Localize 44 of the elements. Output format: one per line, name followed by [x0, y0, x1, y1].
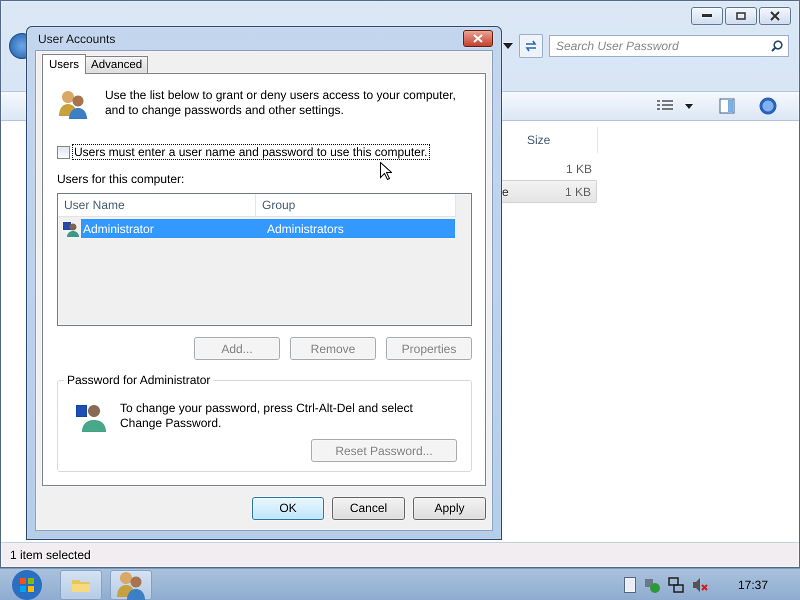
search-icon[interactable] [771, 40, 783, 52]
checkbox-label[interactable]: Users must enter a user name and password to use this computer. [72, 144, 430, 160]
password-text: To change your password, press Ctrl-Alt-Del and select Change Password. [120, 401, 414, 432]
cancel-button[interactable]: Cancel [332, 496, 405, 520]
maximize-icon [736, 12, 746, 20]
file-name: e [502, 184, 509, 198]
maximize-button[interactable] [725, 7, 757, 25]
users-icon [57, 88, 89, 120]
dropdown-icon[interactable] [685, 104, 693, 108]
help-icon[interactable] [759, 97, 777, 115]
close-button[interactable] [463, 30, 493, 47]
dropdown-icon[interactable] [503, 43, 513, 49]
document-icon[interactable] [624, 576, 636, 592]
close-icon [473, 34, 483, 43]
close-button[interactable] [759, 7, 791, 25]
tab[interactable]: Advanced [85, 56, 148, 73]
status-text: 1 item selected [10, 548, 91, 562]
users-label: Users for this computer: [57, 172, 184, 186]
preview-pane-icon[interactable] [719, 98, 735, 114]
checkbox[interactable] [57, 146, 70, 158]
muted-speaker-icon[interactable] [692, 576, 708, 592]
close-icon [770, 11, 780, 21]
intro-text: Use the list below to grant or deny users access to your computer, and to change passwords and other settings. [105, 88, 457, 118]
minimize-icon [702, 14, 712, 18]
ok-button[interactable]: OK [252, 496, 324, 520]
column-header[interactable]: Size [527, 127, 598, 153]
clock[interactable]: 17:37 [738, 578, 768, 592]
tab[interactable]: Users [42, 54, 86, 74]
views-icon[interactable] [657, 100, 673, 112]
refresh-button[interactable] [519, 34, 543, 58]
user-icon [63, 220, 79, 236]
apply-button[interactable]: Apply [413, 496, 486, 520]
file-size: 1 KB [566, 162, 592, 176]
taskbar-button[interactable] [110, 570, 152, 600]
network-icon[interactable] [668, 576, 684, 592]
window-title: User Accounts [37, 32, 116, 46]
refresh-icon [524, 40, 538, 52]
group-title: Password for Administrator [64, 373, 214, 387]
column-header[interactable]: Group [256, 194, 456, 216]
search-field[interactable]: Search User Password [549, 35, 789, 57]
column-header[interactable]: User Name [58, 194, 256, 216]
cursor-icon [380, 162, 392, 180]
file-size: 1 KB [564, 184, 591, 198]
minimize-button[interactable] [691, 7, 723, 25]
